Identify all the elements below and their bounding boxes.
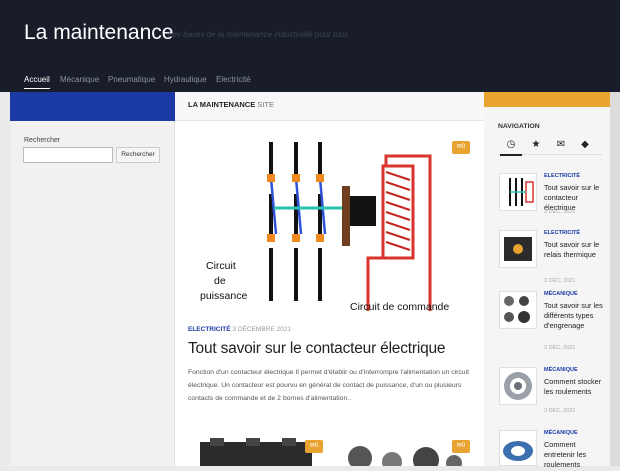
- comments-icon[interactable]: ✉: [554, 138, 568, 152]
- nav-active-indicator: [24, 88, 50, 89]
- left-sidebar-header: [10, 92, 175, 121]
- page-title-bold: LA MAINTENANCE: [188, 100, 256, 109]
- search-button[interactable]: Rechercher: [116, 147, 160, 163]
- sidebar-post-date: 3 DÉC, 2021: [544, 345, 576, 351]
- right-sidebar-header: [484, 92, 610, 107]
- sidebar-post-title[interactable]: Comment stocker les roulements: [544, 377, 608, 397]
- search-label: Rechercher: [24, 137, 61, 144]
- sidebar-post-date: 3 DÉC, 2021: [544, 408, 576, 414]
- page-title: LA MAINTENANCE SITE: [188, 100, 274, 109]
- sidebar-post-title[interactable]: Tout savoir sur le relais thermique: [544, 240, 608, 260]
- comment-count-badge[interactable]: ✉0: [452, 141, 470, 154]
- page-title-sub: SITE: [257, 100, 274, 109]
- search-input[interactable]: [23, 147, 113, 163]
- contactor-thumb: [509, 178, 534, 206]
- sidebar-post-date: 3 DÉC, 2021: [544, 209, 576, 215]
- nav-item-pneumatique[interactable]: Pneumatique: [108, 75, 155, 84]
- nav-item-accueil[interactable]: Accueil: [24, 75, 50, 84]
- bearing-thumb: [504, 372, 532, 400]
- clock-icon[interactable]: ◷: [504, 138, 518, 152]
- main-nav: Accueil Mécanique Pneumatique Hydrauliqu…: [0, 67, 620, 92]
- sidebar-post-thumb[interactable]: [499, 291, 537, 329]
- contactor-diagram: Circuit de puissance Circuit de commande: [200, 142, 449, 313]
- relay-thumb: [504, 237, 532, 261]
- sidebar-post-category[interactable]: ELECTRICITÉ: [544, 230, 580, 236]
- comment-count-badge-3[interactable]: ✉0: [452, 440, 470, 453]
- sidebar-post-thumb[interactable]: [499, 173, 537, 211]
- command-circuit-label: Circuit de commande: [350, 301, 449, 313]
- comment-count-2: 0: [314, 443, 319, 449]
- sidebar-post-title[interactable]: Tout savoir sur les différents types d'e…: [544, 301, 608, 331]
- comment-count-3: 0: [461, 443, 466, 449]
- site-title[interactable]: La maintenance: [24, 21, 173, 45]
- power-circuit-line2: de: [214, 275, 226, 287]
- active-tab-indicator: [500, 154, 522, 156]
- post-title[interactable]: Tout savoir sur le contacteur électrique: [188, 340, 446, 358]
- page-edge: [610, 92, 620, 466]
- sidebar-post-thumb[interactable]: [499, 230, 537, 268]
- gears-thumb: [504, 296, 530, 323]
- power-circuit-line1: Circuit: [206, 260, 236, 272]
- featured-image[interactable]: Circuit de puissance Circuit de commande: [188, 136, 471, 318]
- sidebar-post-category[interactable]: ELECTRICITÉ: [544, 173, 580, 179]
- left-sidebar: [10, 121, 175, 466]
- sidebar-post-thumb[interactable]: [499, 367, 537, 405]
- sidebar-post-category[interactable]: MÉCANIQUE: [544, 367, 578, 373]
- site-tagline: Les bases de la maintenance industrielle…: [168, 30, 349, 39]
- post-excerpt: Fonction d'un contacteur électrique Il p…: [188, 369, 469, 402]
- nav-item-hydraulique[interactable]: Hydraulique: [164, 75, 207, 84]
- post-category[interactable]: ELECTRICITÉ: [188, 326, 231, 333]
- sidebar-post-thumb[interactable]: [499, 430, 537, 466]
- post-date: 3 DÉCEMBRE 2021: [232, 326, 291, 333]
- widget-title: NAVIGATION: [498, 123, 540, 130]
- star-icon[interactable]: ★: [529, 138, 543, 152]
- comment-count: 0: [461, 144, 466, 150]
- tags-icon[interactable]: ◆: [578, 138, 592, 152]
- post-meta: ELECTRICITÉ 3 DÉCEMBRE 2021: [188, 326, 291, 333]
- sidebar-post-date: 3 DÉC, 2021: [544, 278, 576, 284]
- nav-item-mecanique[interactable]: Mécanique: [60, 75, 99, 84]
- next-post-image-2[interactable]: [336, 436, 471, 471]
- sidebar-post-category[interactable]: MÉCANIQUE: [544, 430, 578, 436]
- comment-count-badge-2[interactable]: ✉0: [305, 440, 323, 453]
- nav-item-electricite[interactable]: Electricité: [216, 75, 251, 84]
- bearing-blue-thumb: [503, 441, 533, 461]
- gears-photo: [348, 446, 462, 471]
- power-circuit-line3: puissance: [200, 290, 247, 302]
- sidebar-post-category[interactable]: MÉCANIQUE: [544, 291, 578, 297]
